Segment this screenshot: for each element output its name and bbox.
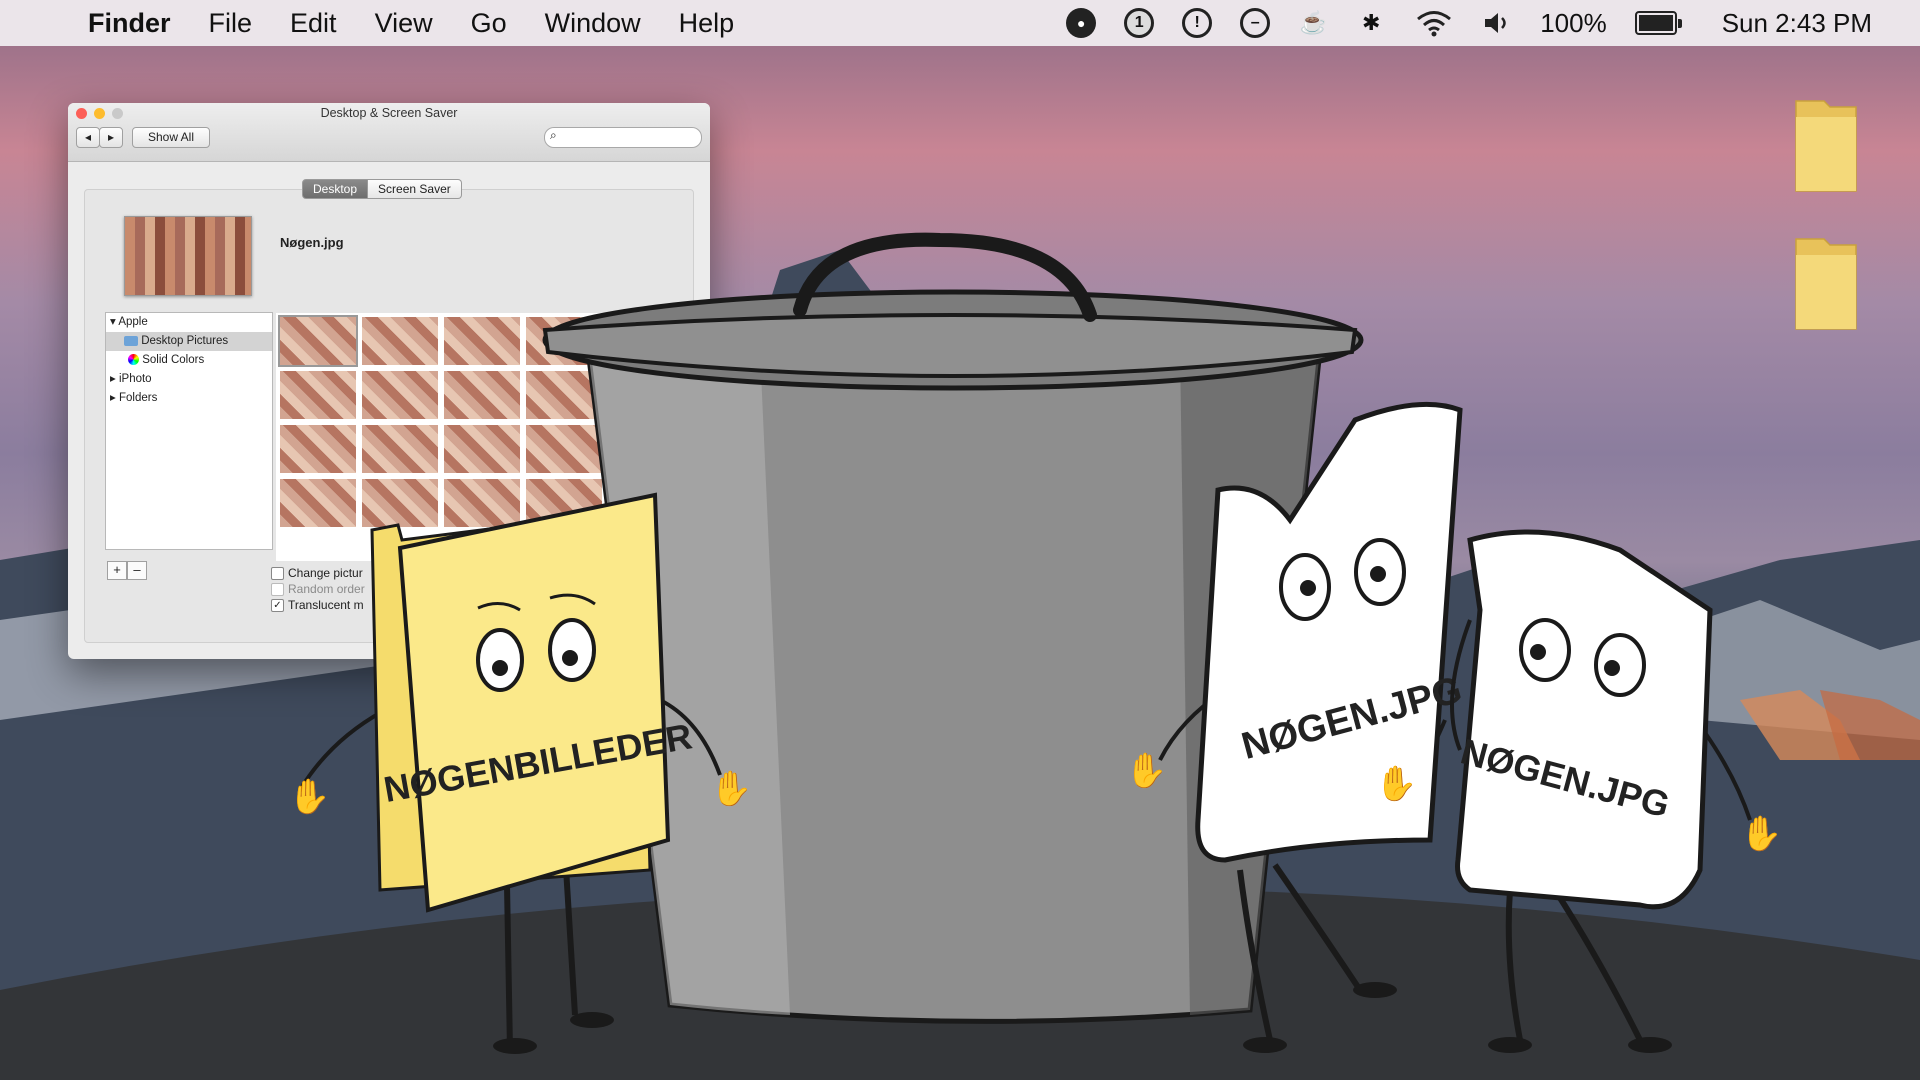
hand-icon: ✋ — [1740, 814, 1782, 853]
menu-go[interactable]: Go — [471, 8, 507, 39]
app-menu-finder[interactable]: Finder — [88, 8, 171, 39]
menu-file[interactable]: File — [209, 8, 253, 39]
keyhole-icon[interactable]: ! — [1182, 8, 1213, 38]
menu-view[interactable]: View — [375, 8, 433, 39]
hand-icon: ✋ — [1375, 764, 1417, 803]
coffee-cup-icon[interactable]: ☕ — [1298, 8, 1328, 38]
desktop-background: Finder File Edit View Go Window Help ● 1… — [0, 0, 1920, 1080]
volume-icon[interactable] — [1482, 8, 1512, 38]
cartoon-scene: NØGENBILLEDER ✋ ✋ NØGEN.JPG ✋ ✋ NØGEN.JP… — [0, 232, 1920, 1080]
one-password-icon[interactable]: 1 — [1124, 8, 1155, 38]
growl-icon[interactable]: ● — [1066, 8, 1097, 38]
battery-fill — [1638, 15, 1673, 31]
do-not-disturb-icon[interactable]: – — [1240, 8, 1271, 38]
menubar-clock[interactable]: Sun 2:43 PM — [1722, 8, 1872, 39]
menu-edit[interactable]: Edit — [290, 8, 337, 39]
wifi-icon[interactable] — [1414, 8, 1454, 38]
hand-icon: ✋ — [1125, 751, 1167, 790]
hand-icon: ✋ — [710, 769, 752, 808]
battery-icon[interactable] — [1634, 11, 1682, 35]
battery-percent[interactable]: 100% — [1540, 8, 1607, 39]
hand-icon: ✋ — [288, 777, 330, 816]
bluetooth-icon[interactable]: ✱ — [1356, 8, 1386, 38]
menu-window[interactable]: Window — [545, 8, 641, 39]
status-area: ● 1 ! – ☕ ✱ 100% Sun 2:43 PM — [1066, 0, 1872, 46]
menu-bar: Finder File Edit View Go Window Help ● 1… — [0, 0, 1920, 46]
menu-help[interactable]: Help — [679, 8, 735, 39]
